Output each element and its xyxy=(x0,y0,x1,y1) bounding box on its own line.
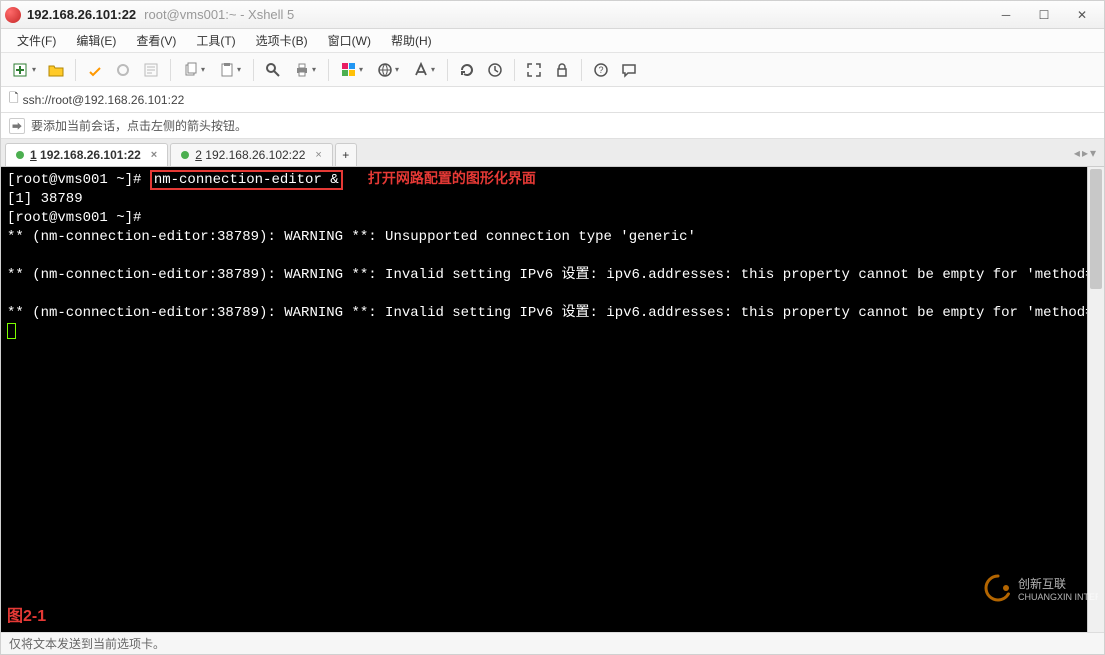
app-icon xyxy=(5,7,21,23)
hint-text: 要添加当前会话，点击左侧的箭头按钮。 xyxy=(31,117,247,134)
title-host: 192.168.26.101:22 xyxy=(27,7,136,22)
tab-close-icon[interactable]: × xyxy=(151,149,157,161)
menu-help[interactable]: 帮助(H) xyxy=(383,30,440,51)
figure-label: 图2-1 xyxy=(7,602,46,626)
copy-button[interactable]: ▾ xyxy=(177,57,211,83)
session-tabs: 1 192.168.26.101:22 × 2 192.168.26.102:2… xyxy=(1,139,1104,167)
disconnect-button[interactable] xyxy=(110,57,136,83)
title-bar: 192.168.26.101:22 root@vms001:~ - Xshell… xyxy=(1,1,1104,29)
menu-tools[interactable]: 工具(T) xyxy=(188,30,243,51)
prompt: [root@vms001 ~]# xyxy=(7,172,141,188)
output-line: ** (nm-connection-editor:38789): WARNING… xyxy=(7,229,696,245)
tab-accel: 2 xyxy=(195,148,202,162)
font-button[interactable]: ▾ xyxy=(407,57,441,83)
print-button[interactable]: ▾ xyxy=(288,57,322,83)
maximize-button[interactable]: ☐ xyxy=(1026,4,1062,26)
status-text: 仅将文本发送到当前选项卡。 xyxy=(9,635,165,652)
history-button[interactable] xyxy=(482,57,508,83)
toolbar-separator xyxy=(581,59,582,81)
svg-text:?: ? xyxy=(598,65,603,75)
toolbar-separator xyxy=(75,59,76,81)
output-line: [1] 38789 xyxy=(7,191,83,207)
hint-bar: ⮕ 要添加当前会话，点击左侧的箭头按钮。 xyxy=(1,113,1104,139)
color-scheme-button[interactable]: ▾ xyxy=(335,57,369,83)
terminal-scrollbar[interactable] xyxy=(1087,167,1104,632)
title-sub: root@vms001:~ - Xshell 5 xyxy=(144,7,294,22)
prompt: [root@vms001 ~]# xyxy=(7,210,141,226)
tab-prev-button[interactable]: ◂ xyxy=(1074,146,1080,160)
terminal-output: [root@vms001 ~]# nm-connection-editor & … xyxy=(7,171,1084,628)
toolbar-separator xyxy=(170,59,171,81)
status-dot-icon xyxy=(16,151,24,159)
xshell-window: 192.168.26.101:22 root@vms001:~ - Xshell… xyxy=(0,0,1105,655)
lock-button[interactable] xyxy=(549,57,575,83)
tab-close-icon[interactable]: × xyxy=(315,149,321,161)
plus-icon: + xyxy=(342,148,349,162)
reconnect-button[interactable] xyxy=(82,57,108,83)
tab-accel: 1 xyxy=(30,148,37,162)
output-line: ** (nm-connection-editor:38789): WARNING… xyxy=(7,305,1104,321)
refresh-button[interactable] xyxy=(454,57,480,83)
add-session-arrow-button[interactable]: ⮕ xyxy=(9,118,25,134)
scrollbar-thumb[interactable] xyxy=(1090,169,1102,289)
cursor xyxy=(7,323,16,339)
fullscreen-button[interactable] xyxy=(521,57,547,83)
minimize-button[interactable]: ─ xyxy=(988,4,1024,26)
encoding-button[interactable]: ▾ xyxy=(371,57,405,83)
properties-button[interactable] xyxy=(138,57,164,83)
toolbar-separator xyxy=(253,59,254,81)
menu-bar: 文件(F) 编辑(E) 查看(V) 工具(T) 选项卡(B) 窗口(W) 帮助(… xyxy=(1,29,1104,53)
toolbar: ▾ ▾ ▾ ▾ ▾ ▾ ▾ ? xyxy=(1,53,1104,87)
status-dot-icon xyxy=(181,151,189,159)
tab-label: 192.168.26.101:22 xyxy=(40,148,141,162)
annotation-text: 打开网路配置的图形化界面 xyxy=(368,172,536,188)
feedback-button[interactable] xyxy=(616,57,642,83)
tab-next-button[interactable]: ▸ xyxy=(1082,146,1088,160)
toolbar-separator xyxy=(514,59,515,81)
output-line: ** (nm-connection-editor:38789): WARNING… xyxy=(7,267,1104,283)
maximize-icon: ☐ xyxy=(1039,8,1050,22)
minimize-icon: ─ xyxy=(1002,8,1011,22)
menu-edit[interactable]: 编辑(E) xyxy=(68,30,124,51)
status-bar: 仅将文本发送到当前选项卡。 xyxy=(1,632,1104,654)
toolbar-separator xyxy=(447,59,448,81)
new-tab-button[interactable]: + xyxy=(335,143,357,166)
address-chip: 🗋 ssh://root@192.168.26.101:22 xyxy=(9,89,184,110)
tab-list-button[interactable]: ▾ xyxy=(1090,146,1096,160)
help-button[interactable]: ? xyxy=(588,57,614,83)
open-button[interactable] xyxy=(43,57,69,83)
session-tab-1[interactable]: 1 192.168.26.101:22 × xyxy=(5,143,168,166)
toolbar-separator xyxy=(328,59,329,81)
menu-tabs[interactable]: 选项卡(B) xyxy=(248,30,316,51)
address-bar[interactable]: 🗋 ssh://root@192.168.26.101:22 xyxy=(1,87,1104,113)
lock-icon: 🗋 xyxy=(9,89,19,110)
close-icon: ✕ xyxy=(1077,8,1087,22)
address-text: ssh://root@192.168.26.101:22 xyxy=(23,93,185,107)
terminal[interactable]: [root@vms001 ~]# nm-connection-editor & … xyxy=(1,167,1104,632)
menu-window[interactable]: 窗口(W) xyxy=(320,30,379,51)
find-button[interactable] xyxy=(260,57,286,83)
paste-button[interactable]: ▾ xyxy=(213,57,247,83)
session-tab-2[interactable]: 2 192.168.26.102:22 × xyxy=(170,143,333,166)
tab-label: 192.168.26.102:22 xyxy=(205,148,305,162)
command-highlight: nm-connection-editor & xyxy=(150,170,343,190)
close-button[interactable]: ✕ xyxy=(1064,4,1100,26)
new-session-button[interactable]: ▾ xyxy=(7,57,41,83)
menu-file[interactable]: 文件(F) xyxy=(9,30,64,51)
menu-view[interactable]: 查看(V) xyxy=(128,30,184,51)
